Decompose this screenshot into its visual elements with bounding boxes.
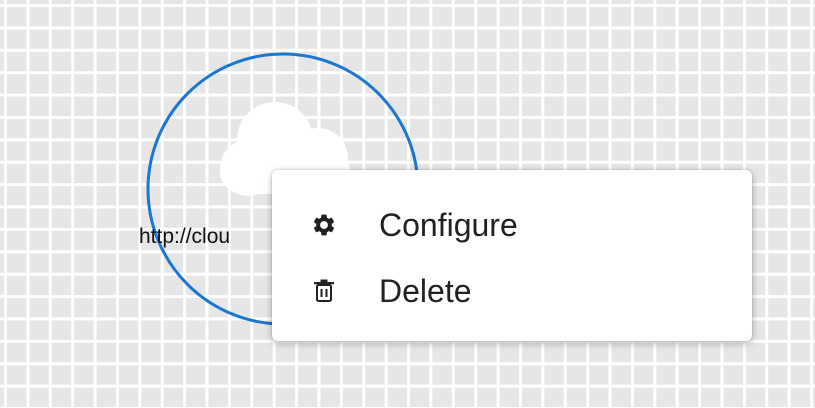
configure-label: Configure (379, 206, 518, 243)
trash-icon (310, 277, 338, 305)
menu-item-delete[interactable]: Delete (272, 258, 752, 324)
menu-item-configure[interactable]: Configure (272, 192, 752, 258)
node-url-label: http://clou (139, 225, 231, 248)
context-menu: Configure Delete (272, 170, 752, 341)
delete-label: Delete (379, 272, 472, 309)
gear-icon (310, 211, 338, 239)
